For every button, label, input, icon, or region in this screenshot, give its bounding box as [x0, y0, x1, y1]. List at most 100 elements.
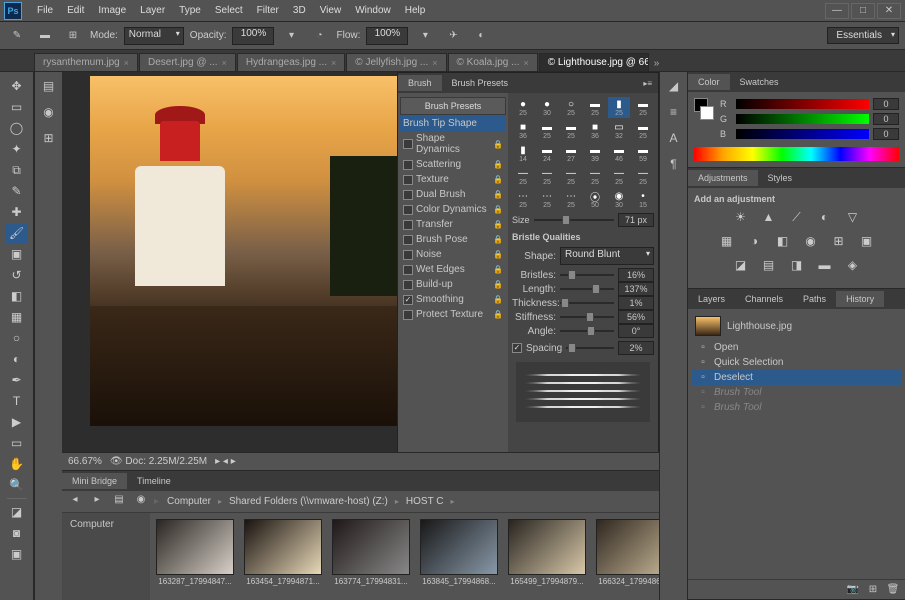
brush-option[interactable]: Brush Pose🔒	[400, 232, 506, 247]
brush-preset[interactable]: ▬25	[560, 120, 582, 141]
tab-paths[interactable]: Paths	[793, 291, 836, 307]
menu-window[interactable]: Window	[348, 5, 398, 16]
color-slider[interactable]	[736, 99, 869, 109]
menu-help[interactable]: Help	[398, 5, 433, 16]
tab-history[interactable]: History	[836, 291, 884, 307]
brush-preset[interactable]: ◉30	[608, 189, 630, 210]
flow-input[interactable]: 100%	[366, 27, 408, 45]
brush-option[interactable]: Wet Edges🔒	[400, 262, 506, 277]
thumbnail[interactable]: 163287_17994847...	[156, 519, 234, 594]
collapsed-panel-icon[interactable]: ⊞	[39, 128, 59, 148]
crop-tool[interactable]: ⧉	[6, 160, 28, 180]
breadcrumb-segment[interactable]: HOST C	[402, 495, 448, 508]
brush-preset[interactable]: ⋯25	[512, 189, 534, 210]
brush-option[interactable]: Brush Tip Shape	[400, 116, 506, 131]
bw-icon[interactable]: ◧	[773, 234, 793, 252]
dodge-tool[interactable]: ◐	[6, 349, 28, 369]
brush-preset[interactable]: —25	[512, 166, 534, 187]
blend-mode-select[interactable]: Normal	[124, 27, 184, 45]
brush-tool[interactable]: 🖌	[6, 223, 28, 243]
shape-tool[interactable]: ▭	[6, 433, 28, 453]
tab-close-icon[interactable]: ×	[124, 58, 129, 68]
color-lookup-icon[interactable]: ▣	[857, 234, 877, 252]
tab-close-icon[interactable]: ×	[523, 58, 528, 68]
document-tab[interactable]: Hydrangeas.jpg ...×	[237, 53, 345, 71]
quality-slider[interactable]	[560, 310, 614, 324]
thumbnail[interactable]: 165499_17994879...	[508, 519, 586, 594]
brush-preset[interactable]: ■36	[584, 120, 606, 141]
color-value[interactable]: 0	[873, 113, 899, 125]
brush-preset[interactable]: —25	[536, 166, 558, 187]
brush-preset[interactable]: ⋯25	[560, 189, 582, 210]
brush-preset[interactable]: ▮14	[512, 143, 534, 164]
new-snapshot-icon[interactable]: 📷	[845, 584, 861, 595]
thumbnail[interactable]: 163454_17994871...	[244, 519, 322, 594]
brush-preset[interactable]: —25	[632, 166, 654, 187]
tab-brush-presets[interactable]: Brush Presets	[442, 75, 519, 91]
threshold-icon[interactable]: ◨	[787, 258, 807, 276]
marquee-tool[interactable]: ▭	[6, 97, 28, 117]
workspace-selector[interactable]: Essentials	[827, 27, 899, 44]
checkbox[interactable]	[403, 235, 413, 245]
brush-preset[interactable]: —25	[608, 166, 630, 187]
menu-type[interactable]: Type	[172, 5, 208, 16]
tabs-overflow-icon[interactable]: »	[650, 56, 664, 71]
brush-preset[interactable]: ●25	[512, 97, 534, 118]
background-swatch[interactable]	[700, 106, 714, 120]
brush-presets-button[interactable]: Brush Presets	[400, 97, 506, 115]
document-tab[interactable]: rysanthemum.jpg×	[34, 53, 138, 71]
spacing-value[interactable]: 2%	[618, 341, 654, 355]
channel-mixer-icon[interactable]: ⊞	[829, 234, 849, 252]
brush-option[interactable]: Transfer🔒	[400, 217, 506, 232]
brush-option[interactable]: Shape Dynamics🔒	[400, 131, 506, 157]
tab-color[interactable]: Color	[688, 74, 730, 90]
brush-preset[interactable]: ▬25	[536, 120, 558, 141]
menu-3d[interactable]: 3D	[286, 5, 313, 16]
color-slider[interactable]	[736, 129, 869, 139]
menu-edit[interactable]: Edit	[60, 5, 91, 16]
tab-channels[interactable]: Channels	[735, 291, 793, 307]
history-state[interactable]: ▫Brush Tool	[692, 400, 901, 415]
posterize-icon[interactable]: ▤	[759, 258, 779, 276]
brush-preset[interactable]: ▬25	[632, 120, 654, 141]
nav-forward-icon[interactable]: ▸	[88, 494, 106, 510]
minimize-button[interactable]: —	[825, 3, 849, 19]
brush-preset[interactable]: ▬27	[560, 143, 582, 164]
tab-adjustments[interactable]: Adjustments	[688, 170, 758, 186]
brush-preset[interactable]: •15	[632, 189, 654, 210]
tab-layers[interactable]: Layers	[688, 291, 735, 307]
spacing-slider[interactable]	[566, 341, 614, 355]
move-tool[interactable]: ✥	[6, 76, 28, 96]
brush-option[interactable]: Scattering🔒	[400, 157, 506, 172]
clone-stamp-tool[interactable]: ▣	[6, 244, 28, 264]
brush-option[interactable]: Noise🔒	[400, 247, 506, 262]
levels-icon[interactable]: ▲	[759, 210, 779, 228]
tab-swatches[interactable]: Swatches	[730, 74, 789, 90]
brush-preset[interactable]: ▭32	[608, 120, 630, 141]
healing-brush-tool[interactable]: ✚	[6, 202, 28, 222]
panel-menu-icon[interactable]: ▸≡	[637, 79, 658, 88]
brush-option[interactable]: Texture🔒	[400, 172, 506, 187]
curves-icon[interactable]: ⟋	[787, 210, 807, 228]
tool-preset-icon[interactable]: ✎	[6, 26, 28, 46]
brush-option[interactable]: Smoothing🔒	[400, 292, 506, 307]
photo-filter-icon[interactable]: ◉	[801, 234, 821, 252]
breadcrumb-segment[interactable]: Computer	[163, 495, 215, 508]
brush-panel-toggle[interactable]: ⊞	[62, 26, 84, 46]
collapsed-panel-icon[interactable]: ◉	[39, 102, 59, 122]
size-value[interactable]: 71 px	[618, 213, 654, 227]
tab-timeline[interactable]: Timeline	[127, 473, 181, 489]
color-balance-icon[interactable]: ◑	[745, 234, 765, 252]
checkbox[interactable]	[403, 265, 413, 275]
delete-state-icon[interactable]: 🗑	[885, 584, 901, 595]
doc-info[interactable]: 👁 Doc: 2.25M/2.25M	[110, 456, 207, 467]
menu-file[interactable]: File	[30, 5, 60, 16]
maximize-button[interactable]: □	[851, 3, 875, 19]
collapsed-panel-icon[interactable]: ◢	[664, 76, 684, 96]
tab-close-icon[interactable]: ×	[222, 58, 227, 68]
brush-option[interactable]: Dual Brush🔒	[400, 187, 506, 202]
nav-up-icon[interactable]: ▤	[110, 494, 128, 510]
pressure-size-icon[interactable]: ◐	[470, 26, 492, 46]
brush-preset[interactable]: ●30	[536, 97, 558, 118]
brush-option[interactable]: Color Dynamics🔒	[400, 202, 506, 217]
